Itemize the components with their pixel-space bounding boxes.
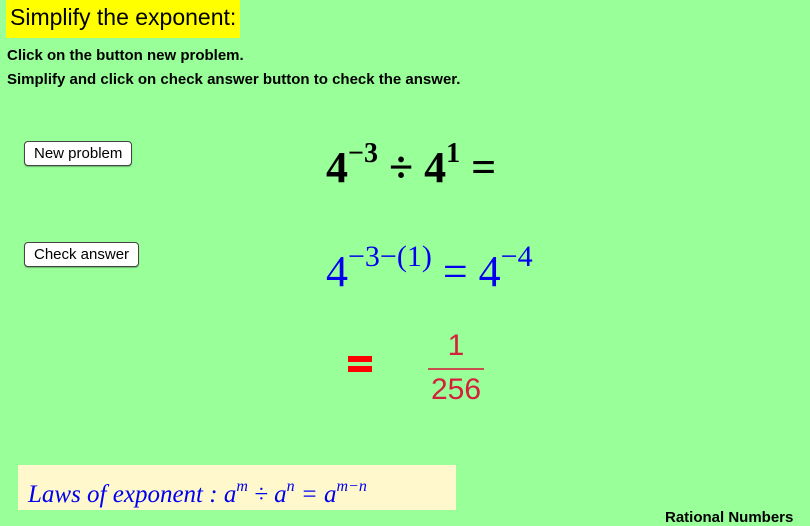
division-operator: ÷	[388, 143, 414, 192]
answer-numerator: 1	[447, 329, 465, 362]
fraction-bar	[428, 368, 484, 370]
solution-combined-exponent: −3−(1)	[348, 240, 432, 273]
solution-equals: =	[442, 247, 468, 296]
instruction-new-problem: Click on the button new problem.	[7, 47, 244, 64]
problem-base-2: 4	[424, 143, 447, 192]
problem-exponent-2: 1	[446, 138, 461, 169]
problem-exponent-1: −3	[348, 138, 378, 169]
equals-sign: =	[471, 143, 497, 192]
red-equals-icon	[348, 356, 372, 376]
solution-expression: 4−3−(1) = 4−4	[326, 240, 533, 297]
footer-topic-label: Rational Numbers	[665, 509, 794, 526]
instruction-check-answer: Simplify and click on check answer butto…	[7, 71, 461, 88]
answer-denominator: 256	[430, 373, 482, 406]
new-problem-button[interactable]: New problem	[24, 141, 133, 166]
law-exp-m: m	[236, 478, 248, 495]
solution-base: 4	[326, 247, 348, 296]
result-exponent: −4	[500, 240, 533, 273]
problem-base-1: 4	[326, 143, 348, 192]
law-of-exponent-box: Laws of exponent : am ÷ an = am−n	[18, 465, 456, 510]
check-answer-button[interactable]: Check answer	[24, 242, 140, 267]
law-exp-n: n	[286, 478, 295, 495]
result-base: 4	[478, 247, 501, 296]
answer-fraction: 1 256	[428, 328, 484, 408]
law-label: Laws of exponent : a	[28, 481, 237, 508]
law-divide: ÷ a	[247, 481, 287, 508]
problem-expression: 4−3 ÷ 41 =	[326, 138, 496, 193]
law-equals: = a	[294, 481, 337, 508]
law-exp-m-minus-n: m−n	[336, 478, 367, 495]
page-title: Simplify the exponent:	[6, 0, 241, 38]
